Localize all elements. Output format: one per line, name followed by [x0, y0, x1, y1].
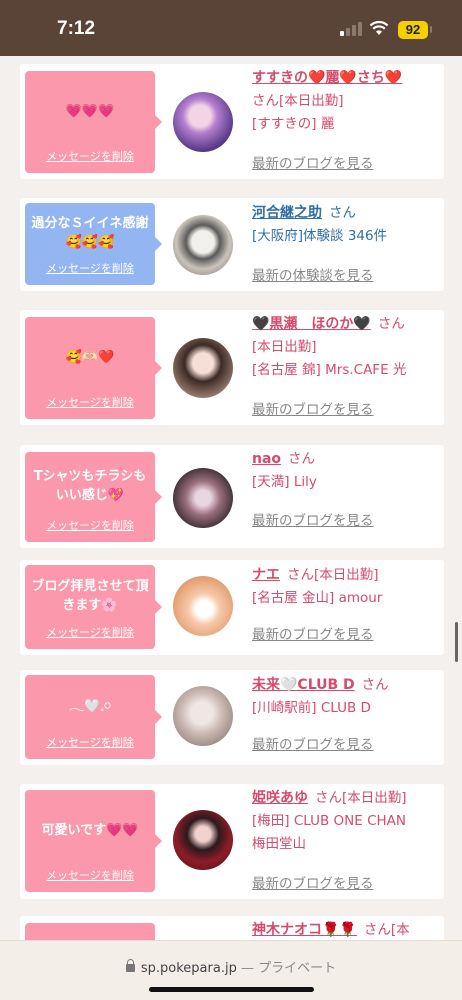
message-bubble: 可愛いです💗💗 メッセージを削除 — [25, 790, 162, 892]
post-info: 姫咲あゆ さん[本日出勤] [梅田] CLUB ONE CHAN 梅田堂山 — [252, 787, 444, 856]
delete-message-link[interactable]: メッセージを削除 — [25, 734, 155, 750]
user-name-link[interactable]: 神木ナオコ🌹🌹 — [252, 922, 357, 938]
delete-message-link[interactable]: メッセージを削除 — [25, 624, 155, 640]
wifi-icon — [369, 20, 389, 35]
post-card: 𓂃🤍𓈒𓏸 メッセージを削除 未来🤍CLUB D さん [川崎駅前] CLUB D … — [20, 670, 444, 765]
signal-icon — [340, 22, 362, 36]
message-bubble: 🥰🫶🏻❤️ メッセージを削除 — [25, 317, 162, 419]
post-card: 💗💗💗 メッセージを削除 すすきの❤️麗❤️さち❤️ さん[本日出勤] [すすき… — [20, 64, 444, 179]
latest-blog-link[interactable]: 最新のブログを見る — [252, 623, 374, 643]
message-bubble: 過分なＳイイネ感謝🥰🥰🥰 メッセージを削除 — [25, 203, 162, 285]
home-indicator[interactable] — [149, 987, 314, 992]
user-name-link[interactable]: 未来🤍CLUB D — [252, 677, 355, 693]
latest-blog-link[interactable]: 最新のブログを見る — [252, 509, 374, 529]
status-text: [本日出勤] — [252, 339, 317, 355]
user-name-link[interactable]: 🖤黒瀬 ほのか🖤 — [252, 316, 371, 332]
post-card: ブログ拝見させて頂きます🌸 メッセージを削除 ナエ さん[本日出勤] [名古屋 金… — [20, 560, 444, 655]
message-bubble — [25, 923, 155, 940]
avatar[interactable] — [173, 468, 233, 528]
message-text — [29, 931, 151, 940]
post-card: 過分なＳイイネ感謝🥰🥰🥰 メッセージを削除 河合継之助 さん [大阪府]体験談 3… — [20, 198, 444, 291]
post-card: 神木ナオコ🌹🌹 さん[本 — [20, 916, 444, 940]
privacy-label: プライベート — [258, 961, 337, 976]
status-text: さん[本日出勤] — [252, 93, 344, 109]
message-text: 𓂃🤍𓈒𓏸 — [69, 698, 111, 714]
message-text: 🥰🫶🏻❤️ — [65, 349, 115, 365]
message-bubble: Tシャツもチラシもいい感じ💖 メッセージを削除 — [25, 452, 162, 542]
latest-blog-link[interactable]: 最新のブログを見る — [252, 152, 374, 172]
user-name-link[interactable]: nao — [252, 451, 281, 467]
delete-message-link[interactable]: メッセージを削除 — [25, 148, 155, 164]
area-text: 梅田堂山 — [252, 836, 306, 852]
post-info: 未来🤍CLUB D さん [川崎駅前] CLUB D — [252, 674, 444, 720]
delete-message-link[interactable]: メッセージを削除 — [25, 517, 155, 533]
battery-icon: 92 — [398, 21, 428, 39]
post-info: 神木ナオコ🌹🌹 さん[本 — [252, 922, 410, 938]
message-bubble: 💗💗💗 メッセージを削除 — [25, 71, 162, 173]
avatar[interactable] — [173, 338, 233, 398]
delete-message-link[interactable]: メッセージを削除 — [25, 394, 155, 410]
post-card: 🥰🫶🏻❤️ メッセージを削除 🖤黒瀬 ほのか🖤 さん [本日出勤] [名古屋 錦]… — [20, 310, 444, 425]
user-name-link[interactable]: すすきの❤️麗❤️さち❤️ — [252, 70, 402, 86]
message-bubble: ブログ拝見させて頂きます🌸 メッセージを削除 — [25, 565, 162, 649]
post-info: すすきの❤️麗❤️さち❤️ さん[本日出勤] [すすきの] 麗 — [252, 67, 444, 136]
user-name-link[interactable]: 河合継之助 — [252, 205, 322, 221]
user-name-link[interactable]: ナエ — [252, 567, 280, 583]
message-text: ブログ拝見させて頂きます🌸 — [31, 579, 149, 613]
lock-icon — [125, 959, 135, 972]
post-card: 可愛いです💗💗 メッセージを削除 姫咲あゆ さん[本日出勤] [梅田] CLUB … — [20, 784, 444, 899]
latest-review-link[interactable]: 最新の体験談を見る — [252, 264, 374, 284]
status-time: 7:12 — [57, 18, 96, 39]
latest-blog-link[interactable]: 最新のブログを見る — [252, 733, 374, 753]
avatar[interactable] — [173, 686, 233, 746]
region-reviews-text: [大阪府]体験談 346件 — [252, 228, 388, 244]
shop-text: [天満] Lily — [252, 474, 317, 490]
post-info: 河合継之助 さん [大阪府]体験談 346件 — [252, 202, 444, 248]
user-name-link[interactable]: 姫咲あゆ — [252, 790, 308, 806]
post-card: Tシャツもチラシもいい感じ💖 メッセージを削除 nao さん [天満] Lily … — [20, 445, 444, 548]
message-bubble: 𓂃🤍𓈒𓏸 メッセージを削除 — [25, 675, 162, 759]
avatar[interactable] — [173, 810, 233, 870]
avatar[interactable] — [173, 215, 233, 275]
post-feed[interactable]: 💗💗💗 メッセージを削除 すすきの❤️麗❤️さち❤️ さん[本日出勤] [すすき… — [0, 56, 462, 940]
post-info: nao さん [天満] Lily — [252, 448, 444, 494]
shop-text: [名古屋 錦] Mrs.CAFE 光 — [252, 362, 407, 378]
delete-message-link[interactable]: メッセージを削除 — [25, 867, 155, 883]
avatar[interactable] — [173, 576, 233, 636]
latest-blog-link[interactable]: 最新のブログを見る — [252, 872, 374, 892]
message-text: 可愛いです💗💗 — [41, 822, 139, 838]
message-text: 💗💗💗 — [65, 103, 115, 119]
avatar[interactable] — [173, 92, 233, 152]
post-info: 🖤黒瀬 ほのか🖤 さん [本日出勤] [名古屋 錦] Mrs.CAFE 光 — [252, 313, 444, 382]
post-info: ナエ さん[本日出勤] [名古屋 金山] amour — [252, 564, 444, 610]
shop-text: [川崎駅前] CLUB D — [252, 700, 371, 716]
shop-text: [すすきの] 麗 — [252, 116, 335, 132]
delete-message-link[interactable]: メッセージを削除 — [25, 260, 155, 276]
status-bar: 7:12 92 — [0, 0, 462, 56]
latest-blog-link[interactable]: 最新のブログを見る — [252, 398, 374, 418]
message-text: 過分なＳイイネ感謝🥰🥰🥰 — [31, 216, 149, 250]
url-domain: sp.pokepara.jp — [140, 961, 237, 976]
shop-text: [梅田] CLUB ONE CHAN — [252, 813, 406, 829]
battery-tip — [430, 26, 432, 33]
message-text: Tシャツもチラシもいい感じ💖 — [33, 469, 147, 503]
shop-text: [名古屋 金山] amour — [252, 590, 383, 606]
scroll-indicator[interactable] — [455, 622, 458, 662]
url-display[interactable]: sp.pokepara.jp — プライベート — [0, 957, 462, 976]
